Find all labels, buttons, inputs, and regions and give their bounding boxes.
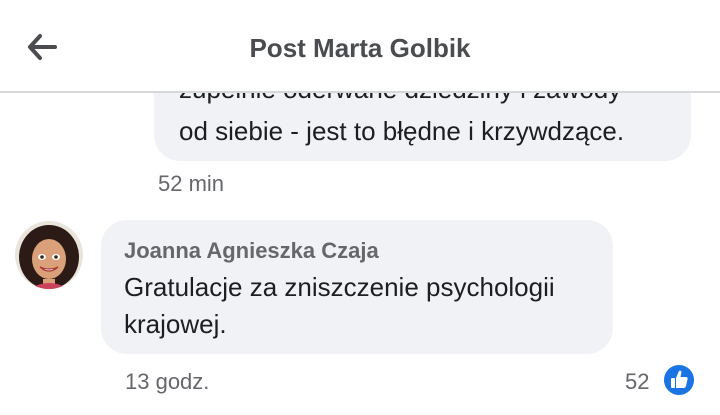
reaction-count[interactable]: 52: [625, 369, 649, 395]
page-title: Post Marta Golbik: [249, 33, 471, 63]
previous-comment-time[interactable]: 52 min: [158, 171, 224, 197]
comment-text-line-2: krajowej.: [124, 309, 227, 339]
avatar[interactable]: [15, 221, 83, 289]
top-bar: Post Marta Golbik: [0, 0, 720, 93]
previous-comment-line-2: od siebie - jest to błędne i krzywdzące.: [179, 116, 625, 146]
thumbs-up-icon: [671, 370, 688, 388]
comment-author[interactable]: Joanna Agnieszka Czaja: [124, 238, 379, 264]
cartoon-avatar-icon: [15, 221, 83, 289]
comment-bubble[interactable]: Joanna Agnieszka Czaja Gratulacje za zni…: [101, 220, 613, 354]
like-icon[interactable]: [662, 363, 696, 397]
comment-time[interactable]: 13 godz.: [125, 369, 209, 395]
comment-text-line-1: Gratulacje za zniszczenie psychologii: [124, 272, 555, 302]
